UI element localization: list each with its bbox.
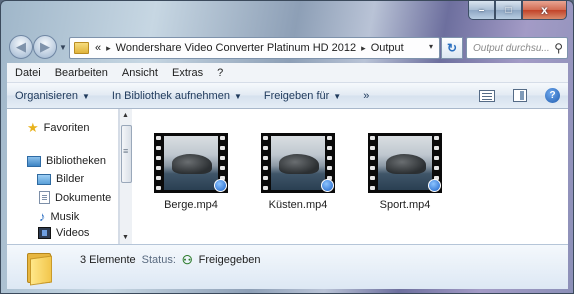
menu-extras[interactable]: Extras [172,67,203,79]
refresh-button[interactable]: ↻ [441,37,463,59]
nav-item-label: Videos [56,227,90,239]
title-bar[interactable]: – □ x [1,1,573,31]
breadcrumb-item[interactable]: Output [371,42,404,54]
nav-favorites[interactable]: ★ Favoriten [27,120,90,136]
file-name: Sport.mp4 [379,199,431,211]
recent-pages-dropdown[interactable]: ▼ [59,43,67,52]
breadcrumb-overflow[interactable]: « [95,42,101,54]
share-with-button[interactable]: Freigeben für ▼ [264,90,341,102]
chevron-down-icon: ▼ [333,91,342,101]
nav-item-label: Bilder [56,173,85,185]
video-thumbnail [154,133,228,193]
nav-libraries-label: Bibliotheken [46,155,106,167]
scroll-down-icon[interactable]: ▼ [122,234,129,241]
nav-libraries[interactable]: Bibliotheken [27,155,106,167]
refresh-icon: ↻ [446,41,458,55]
file-item[interactable]: Berge.mp4 [152,133,230,211]
add-to-library-button[interactable]: In Bibliothek aufnehmen ▼ [112,90,242,102]
navigation-pane: ★ Favoriten Bibliotheken Bilder Dokument… [7,109,119,244]
content-area: ★ Favoriten Bibliotheken Bilder Dokument… [7,109,568,244]
organize-button[interactable]: Organisieren ▼ [15,90,90,102]
maximize-button[interactable]: □ [495,1,522,20]
scroll-up-icon[interactable]: ▲ [122,112,129,119]
details-pane: 3 Elemente Status: ⚇ Freigegeben [7,244,568,289]
file-item[interactable]: Sport.mp4 [366,133,444,211]
search-input[interactable]: Output durchsu... ⚲ [466,37,568,59]
folder-icon [74,42,89,54]
add-to-library-label: In Bibliothek aufnehmen [111,89,230,102]
navigation-row: ◀ ▶ ▼ « ▸ Wondershare Video Converter Pl… [1,31,573,63]
status-value: Freigegeben [198,254,261,266]
menu-help[interactable]: ? [217,67,223,79]
shared-users-icon: ⚇ [181,253,193,267]
document-icon [39,191,50,204]
help-icon[interactable]: ? [545,88,560,103]
close-button[interactable]: x [522,1,567,20]
preview-pane-icon[interactable] [513,89,527,102]
nav-item-label: Musik [50,210,80,223]
address-bar[interactable]: « ▸ Wondershare Video Converter Platinum… [69,37,440,59]
folder-icon [27,251,53,286]
chevron-down-icon: ▼ [233,91,242,101]
back-arrow-icon: ◀ [16,39,26,54]
pictures-icon [37,173,51,185]
search-placeholder: Output durchsu... [473,42,550,54]
nav-item-videos[interactable]: Videos [38,227,89,239]
forward-arrow-icon: ▶ [40,39,50,54]
minimize-button[interactable]: – [468,1,495,20]
file-item[interactable]: Küsten.mp4 [259,133,337,211]
command-bar: Organisieren ▼ In Bibliothek aufnehmen ▼ F… [7,83,568,109]
chevron-down-icon: ▼ [81,91,90,101]
music-icon: ♪ [39,209,46,224]
star-icon: ★ [27,120,39,135]
back-button[interactable]: ◀ [9,35,33,59]
nav-item-label: Dokumente [55,191,112,204]
video-thumbnail [368,133,442,193]
file-name: Berge.mp4 [164,199,218,211]
more-commands-button[interactable]: » [363,90,369,102]
search-icon[interactable]: ⚲ [554,41,563,55]
change-view-icon[interactable] [479,89,495,102]
videos-icon [38,227,51,239]
video-thumbnail [261,133,335,193]
menu-ansicht[interactable]: Ansicht [122,67,158,79]
nav-item-documents[interactable]: Dokumente [39,191,111,204]
nav-item-pictures[interactable]: Bilder [37,173,84,185]
library-icon [27,155,41,167]
menu-datei[interactable]: Datei [15,67,41,79]
caption-buttons: – □ x [468,1,567,20]
organize-label: Organisieren [15,89,78,102]
address-dropdown-icon[interactable]: ▾ [429,42,433,51]
breadcrumb-separator[interactable]: ▸ [106,43,111,54]
file-name: Küsten.mp4 [268,199,328,211]
nav-favorites-label: Favoriten [43,122,90,134]
menu-bar: Datei Bearbeiten Ansicht Extras ? [7,63,568,83]
breadcrumb-item[interactable]: Wondershare Video Converter Platinum HD … [116,42,357,54]
explorer-window: – □ x ◀ ▶ ▼ « ▸ Wondershare Video Conver… [0,0,574,294]
item-count: 3 Elemente [80,254,136,266]
nav-item-music[interactable]: ♪ Musik [39,209,79,224]
media-player-badge-icon [214,179,227,192]
scroll-thumb[interactable] [121,125,132,183]
menu-bearbeiten[interactable]: Bearbeiten [55,67,108,79]
media-player-badge-icon [428,179,441,192]
media-player-badge-icon [321,179,334,192]
breadcrumb-separator[interactable]: ▸ [361,43,366,54]
command-bar-right: ? [479,88,560,103]
details-summary: 3 Elemente Status: ⚇ Freigegeben [80,253,260,267]
navigation-scrollbar[interactable]: ▲ ▼ [119,109,132,244]
forward-button[interactable]: ▶ [33,35,57,59]
status-label: Status: [141,254,176,266]
share-with-label: Freigeben für [263,89,330,102]
file-list: Berge.mp4 Küsten.mp4 Sport.mp4 [132,109,568,244]
